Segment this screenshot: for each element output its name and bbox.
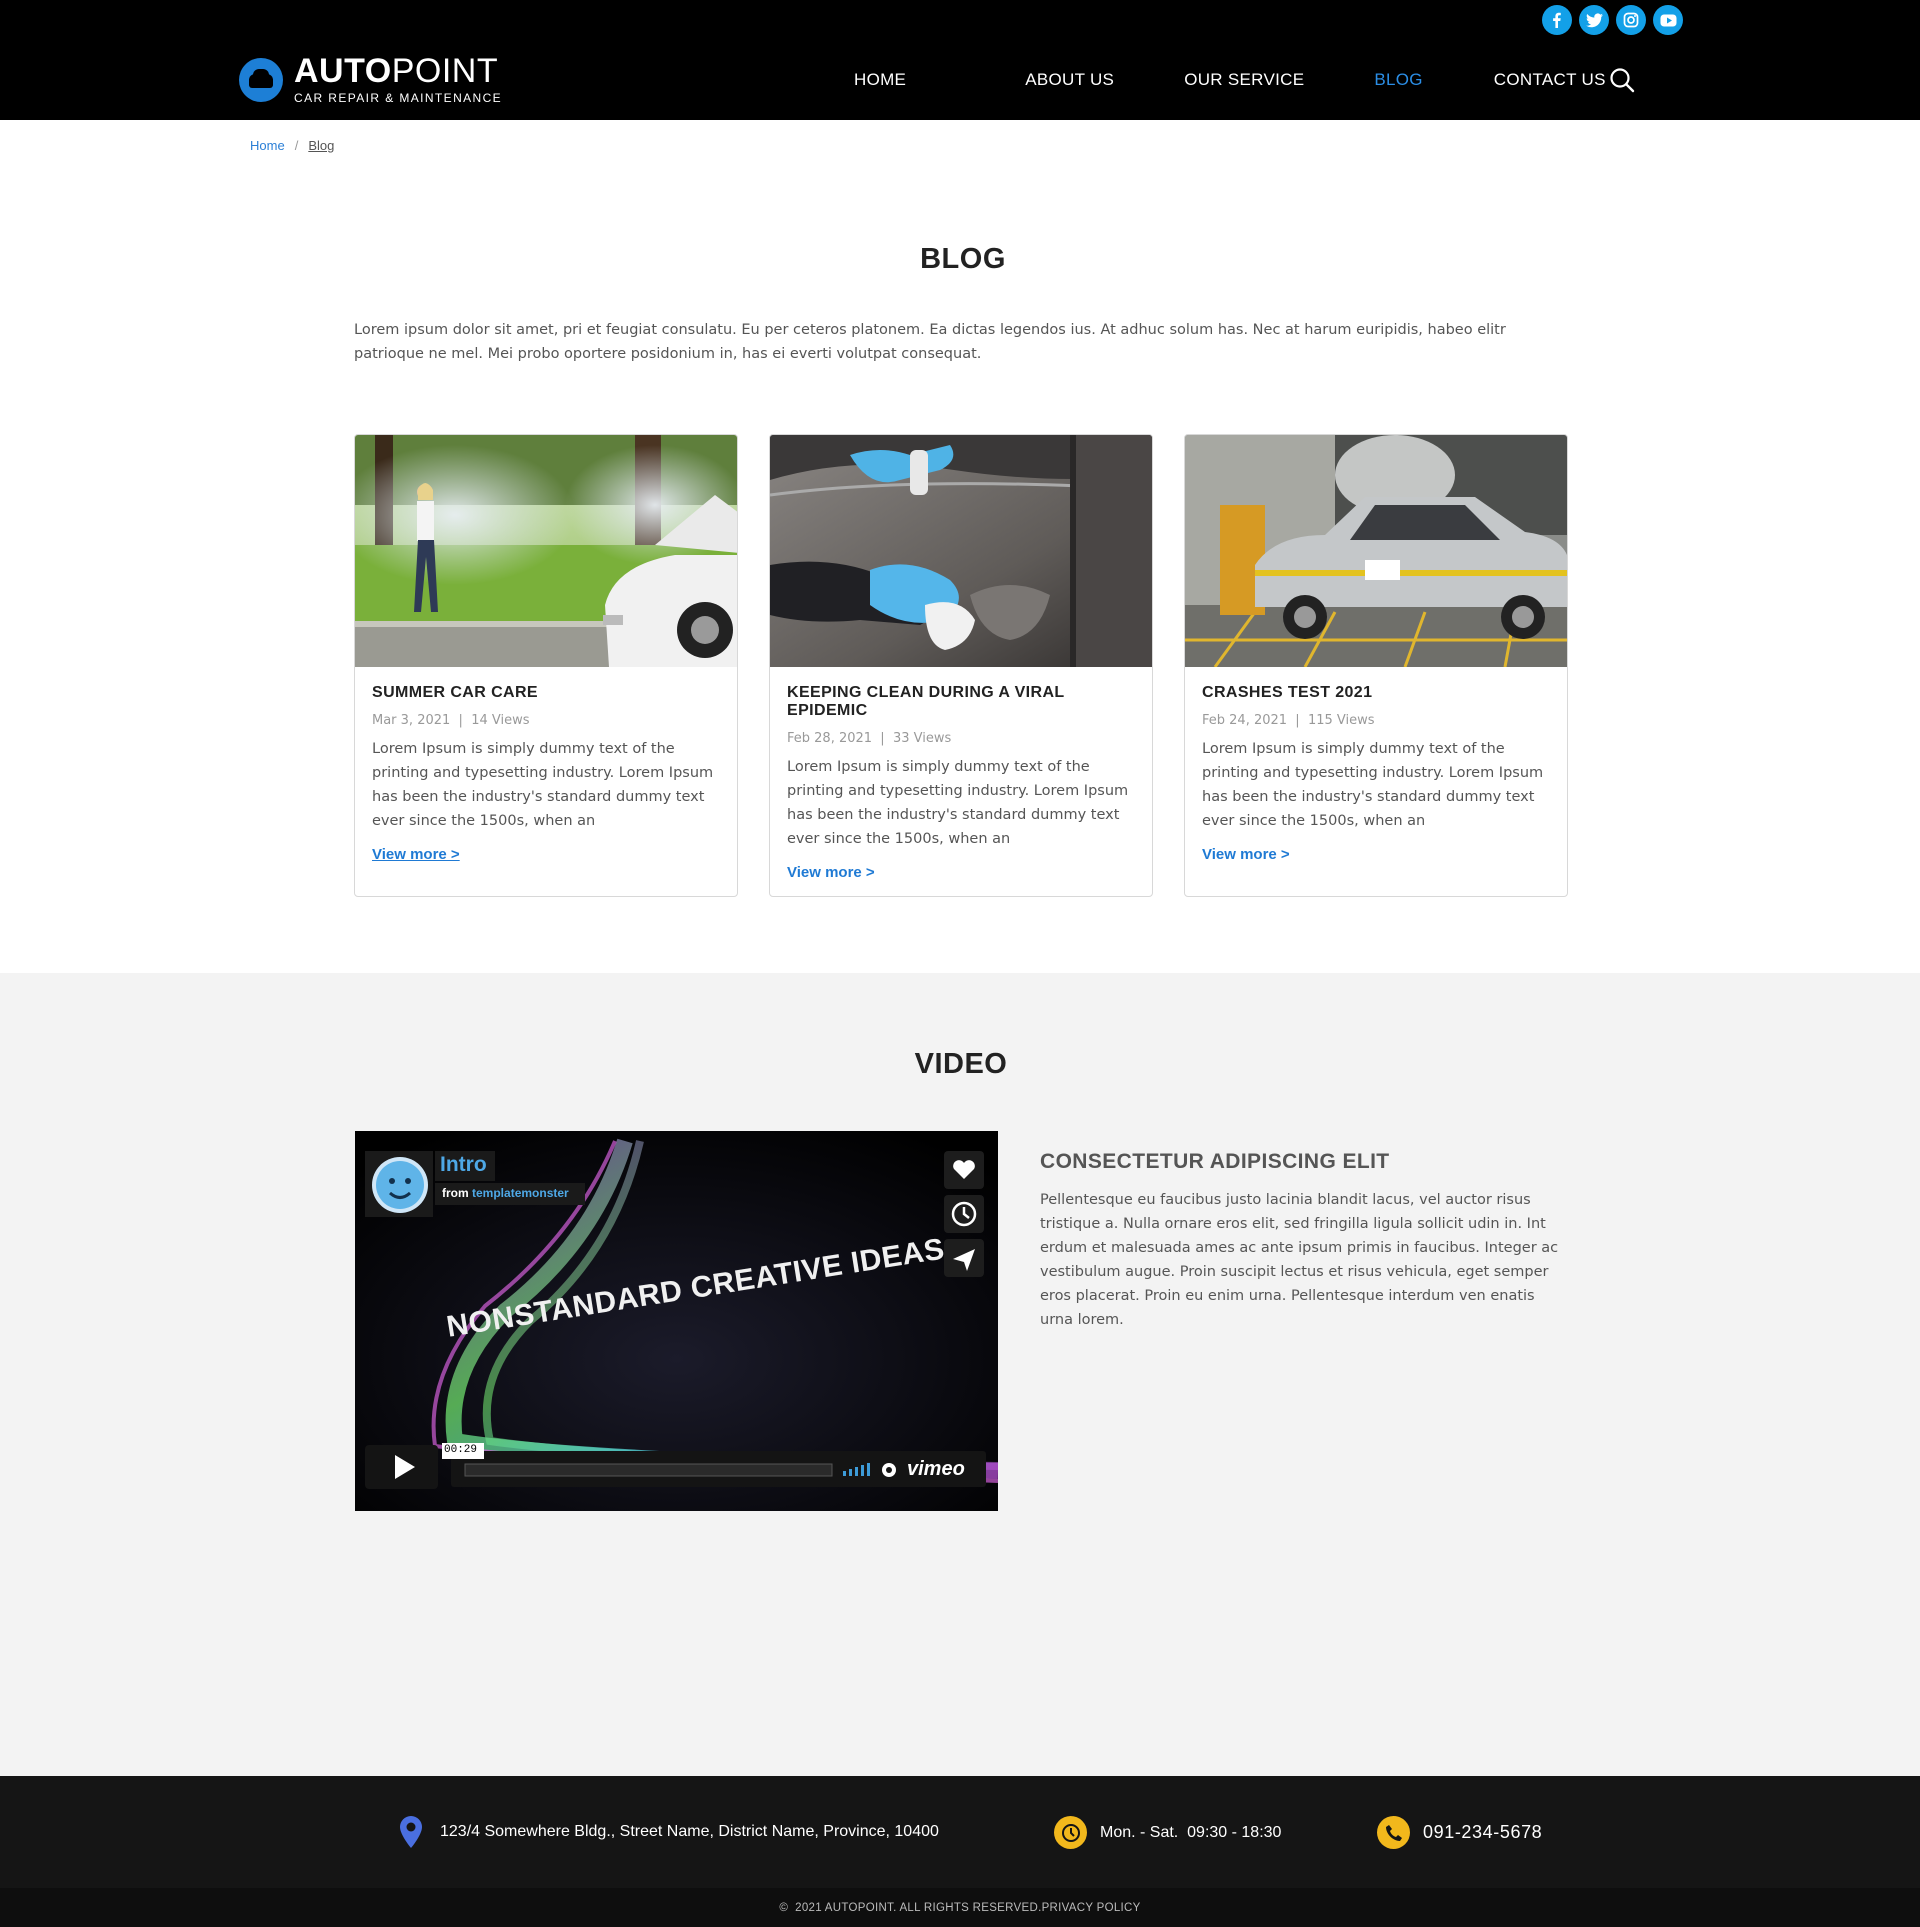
video-from-label: from templatemonster: [442, 1186, 569, 1200]
site-logo[interactable]: AUTOPOINT CAR REPAIR & MAINTENANCE: [239, 54, 502, 105]
video-progress-bar[interactable]: [465, 1464, 832, 1476]
post-views: 115 Views: [1307, 713, 1375, 728]
nav-blog[interactable]: BLOG: [1374, 70, 1422, 90]
blog-card: KEEPING CLEAN DURING A VIRAL EPIDEMIC Fe…: [769, 434, 1153, 897]
hours-text: Mon. - Sat. 09:30 - 18:30: [1100, 1823, 1282, 1841]
logo-tagline: CAR REPAIR & MAINTENANCE: [294, 91, 503, 105]
footer-phone: 091-234-5678: [1377, 1816, 1542, 1849]
like-heart-icon[interactable]: [944, 1151, 984, 1189]
footer-address: 123/4 Somewhere Bldg., Street Name, Dist…: [400, 1816, 939, 1848]
blog-card: SUMMER CAR CARE Mar 3, 2021 | 14 Views L…: [354, 434, 738, 897]
nav-our-service[interactable]: OUR SERVICE: [1184, 70, 1304, 90]
post-date: Mar 3, 2021: [372, 713, 451, 728]
blog-intro-text: Lorem ipsum dolor sit amet, pri et feugi…: [354, 322, 1506, 362]
main-nav: HOME ABOUT US OUR SERVICE BLOG CONTACT U…: [854, 70, 1606, 90]
facebook-icon[interactable]: [1542, 5, 1572, 35]
blog-card-excerpt: Lorem Ipsum is simply dummy text of the …: [787, 759, 1129, 847]
logo-bold-text: AUTO: [294, 52, 392, 90]
view-more-link[interactable]: View more >: [1202, 846, 1290, 863]
video-description-heading: CONSECTETUR ADIPISCING ELIT: [1040, 1150, 1390, 1173]
video-play-button[interactable]: [365, 1445, 438, 1489]
blog-card-excerpt: Lorem Ipsum is simply dummy text of the …: [372, 741, 714, 829]
nav-about-us[interactable]: ABOUT US: [1025, 70, 1114, 90]
youtube-icon[interactable]: [1653, 5, 1683, 35]
breadcrumb-home-link[interactable]: Home: [250, 138, 285, 153]
blog-card-image-crash-test[interactable]: [1185, 435, 1567, 667]
blog-card-title[interactable]: SUMMER CAR CARE: [372, 684, 720, 702]
footer-hours: Mon. - Sat. 09:30 - 18:30: [1054, 1816, 1281, 1849]
breadcrumb-separator: /: [294, 138, 299, 153]
nav-home[interactable]: HOME: [854, 70, 906, 90]
blog-card: CRASHES TEST 2021 Feb 24, 2021 | 115 Vie…: [1184, 434, 1568, 897]
video-player[interactable]: Intro from templatemonster NONSTANDARD C…: [355, 1131, 998, 1511]
blog-card-excerpt: Lorem Ipsum is simply dummy text of the …: [1202, 741, 1544, 829]
video-title[interactable]: Intro: [440, 1153, 487, 1177]
clock-icon: [1054, 1816, 1087, 1849]
blog-card-title[interactable]: KEEPING CLEAN DURING A VIRAL EPIDEMIC: [787, 684, 1135, 720]
address-text: 123/4 Somewhere Bldg., Street Name, Dist…: [440, 1823, 939, 1840]
nav-contact-us[interactable]: CONTACT US: [1494, 70, 1606, 90]
social-links: [1542, 5, 1683, 35]
post-views: 33 Views: [892, 731, 952, 746]
blog-card-meta: Mar 3, 2021 | 14 Views: [372, 713, 720, 728]
blog-card-image-summer-car-care[interactable]: [355, 435, 737, 667]
video-channel-link[interactable]: templatemonster: [472, 1186, 569, 1200]
view-more-link[interactable]: View more >: [787, 864, 875, 881]
blog-section-title: BLOG: [920, 243, 1006, 275]
location-pin-icon: [400, 1816, 422, 1848]
post-views: 14 Views: [471, 713, 530, 728]
post-date: Feb 28, 2021: [787, 731, 873, 746]
copyright-text: © 2021 AUTOPOINT. ALL RIGHTS RESERVED.PR…: [779, 1902, 1141, 1914]
post-date: Feb 24, 2021: [1202, 713, 1288, 728]
vimeo-logo[interactable]: vimeo: [907, 1458, 965, 1481]
meta-divider: |: [450, 713, 472, 728]
meta-divider: |: [1287, 713, 1308, 728]
view-more-link[interactable]: View more >: [372, 846, 460, 863]
phone-icon: [1377, 1816, 1410, 1849]
video-description-text: Pellentesque eu faucibus justo lacinia b…: [1040, 1192, 1559, 1328]
settings-gear-icon[interactable]: [879, 1460, 899, 1480]
twitter-icon[interactable]: [1579, 5, 1609, 35]
site-header: AUTOPOINT CAR REPAIR & MAINTENANCE HOME …: [0, 0, 1920, 120]
volume-icon[interactable]: [841, 1461, 873, 1479]
from-text: from: [442, 1186, 469, 1200]
share-send-icon[interactable]: [944, 1239, 984, 1277]
blog-card-meta: Feb 24, 2021 | 115 Views: [1202, 713, 1550, 728]
instagram-icon[interactable]: [1616, 5, 1646, 35]
blog-card-title[interactable]: CRASHES TEST 2021: [1202, 684, 1550, 702]
breadcrumb-current[interactable]: Blog: [308, 138, 334, 153]
video-section-title: VIDEO: [914, 1048, 1008, 1080]
car-logo-icon: [239, 57, 283, 102]
search-icon[interactable]: [1609, 67, 1635, 93]
watch-later-clock-icon[interactable]: [944, 1195, 984, 1233]
phone-number-link[interactable]: 091-234-5678: [1423, 1822, 1542, 1843]
video-duration: 00:29: [444, 1444, 478, 1456]
logo-light-text: POINT: [391, 52, 499, 90]
meta-divider: |: [872, 731, 893, 746]
blog-card-meta: Feb 28, 2021 | 33 Views: [787, 731, 1135, 746]
blog-card-image-viral-epidemic[interactable]: [770, 435, 1152, 667]
breadcrumb: Home / Blog: [250, 138, 334, 153]
